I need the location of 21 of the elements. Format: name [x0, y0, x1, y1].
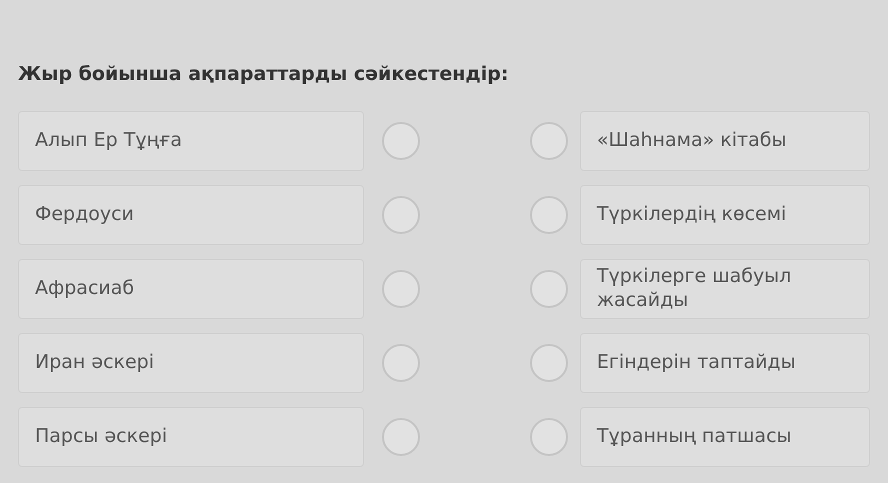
- match-item: «Шаһнама» кітабы: [580, 110, 870, 170]
- radio-button[interactable]: [530, 418, 568, 456]
- match-item: Тұранның патшасы: [580, 406, 870, 466]
- match-item: Түркілерге шабуыл жасайды: [580, 258, 870, 318]
- radio-button[interactable]: [530, 344, 568, 382]
- match-item: Түркілердің көсемі: [580, 184, 870, 244]
- radio-button[interactable]: [382, 196, 420, 234]
- match-item: Парсы әскері: [18, 406, 364, 466]
- question-title: Жыр бойынша ақпараттарды сәйкестендір:: [18, 62, 510, 87]
- match-item: Иран әскері: [18, 332, 364, 392]
- radio-button[interactable]: [530, 196, 568, 234]
- match-item: Афрасиаб: [18, 258, 364, 318]
- match-item: Алып Ер Тұңға: [18, 110, 364, 170]
- match-item: Фердоуси: [18, 184, 364, 244]
- match-item: Егіндерін таптайды: [580, 332, 870, 392]
- radio-button[interactable]: [382, 418, 420, 456]
- radio-button[interactable]: [382, 270, 420, 308]
- radio-button[interactable]: [382, 344, 420, 382]
- radio-button[interactable]: [530, 122, 568, 160]
- radio-button[interactable]: [382, 122, 420, 160]
- radio-button[interactable]: [530, 270, 568, 308]
